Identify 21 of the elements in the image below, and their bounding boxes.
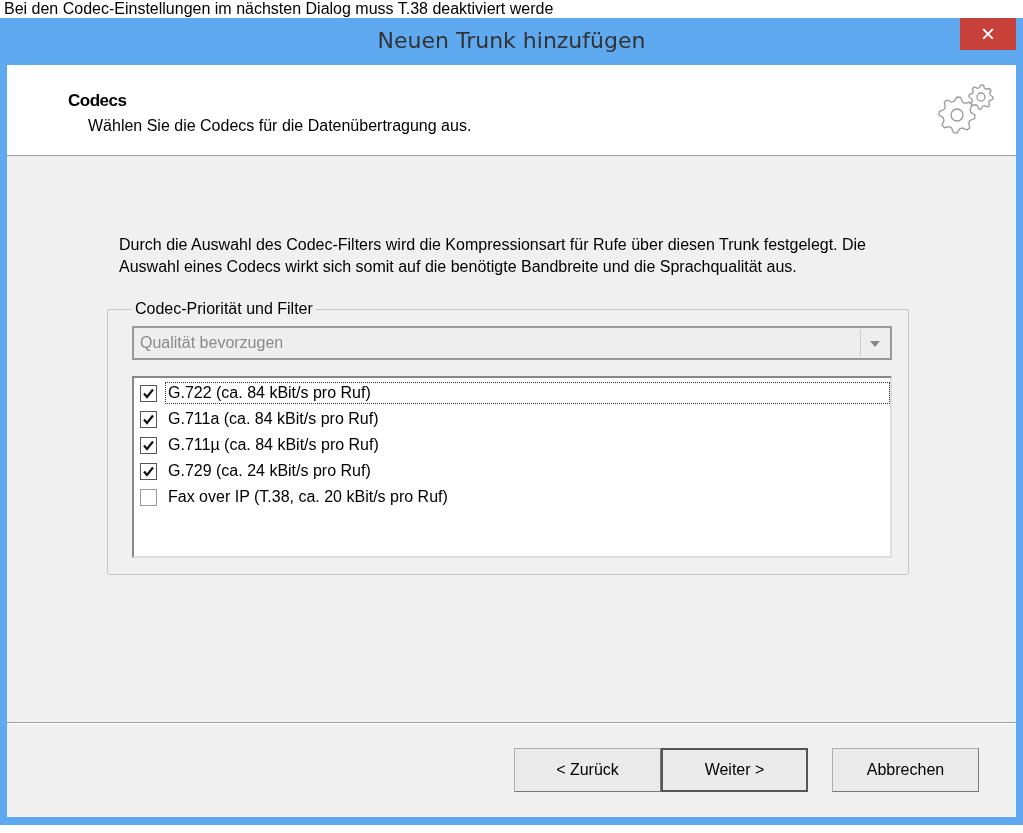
codec-label[interactable]: G.711µ (ca. 84 kBit/s pro Ruf) [165, 434, 890, 456]
codec-label[interactable]: G.729 (ca. 24 kBit/s pro Ruf) [165, 460, 890, 482]
wizard-button[interactable]: < Zurück [514, 748, 661, 792]
checkbox[interactable] [140, 384, 157, 402]
checkbox[interactable] [140, 488, 157, 506]
codec-label[interactable]: Fax over IP (T.38, ca. 20 kBit/s pro Ruf) [165, 486, 890, 508]
checkbox[interactable] [140, 436, 157, 454]
window-title: Neuen Trunk hinzufügen [377, 27, 646, 53]
codec-label[interactable]: G.722 (ca. 84 kBit/s pro Ruf) [165, 382, 890, 404]
close-button[interactable]: × [960, 18, 1016, 50]
codec-label[interactable]: G.711a (ca. 84 kBit/s pro Ruf) [165, 408, 890, 430]
checkbox[interactable] [140, 410, 157, 428]
dropdown-value: Qualität bevorzugen [139, 334, 284, 352]
description-text: Durch die Auswahl des Codec-Filters wird die Kompressionsart für Rufe über diesen Trunk festgelegt. Die Auswahl eines Codecs wirkt sich somit auf die benötigte Bandbreite und die Sprachqualität aus. [119, 235, 867, 277]
wizard-button[interactable]: Weiter > [661, 748, 808, 792]
caption-text: Bei den Codec-Einstellungen im nächsten Dialog muss T.38 deaktiviert werde [3, 0, 555, 18]
wizard-button[interactable]: Abbrechen [832, 748, 979, 792]
header-subtitle: Wählen Sie die Codecs für die Datenübertragung aus. [88, 117, 472, 135]
group-title: Codec-Priorität und Filter [134, 300, 314, 318]
header-title: Codecs [68, 91, 128, 111]
checkbox[interactable] [140, 462, 157, 480]
